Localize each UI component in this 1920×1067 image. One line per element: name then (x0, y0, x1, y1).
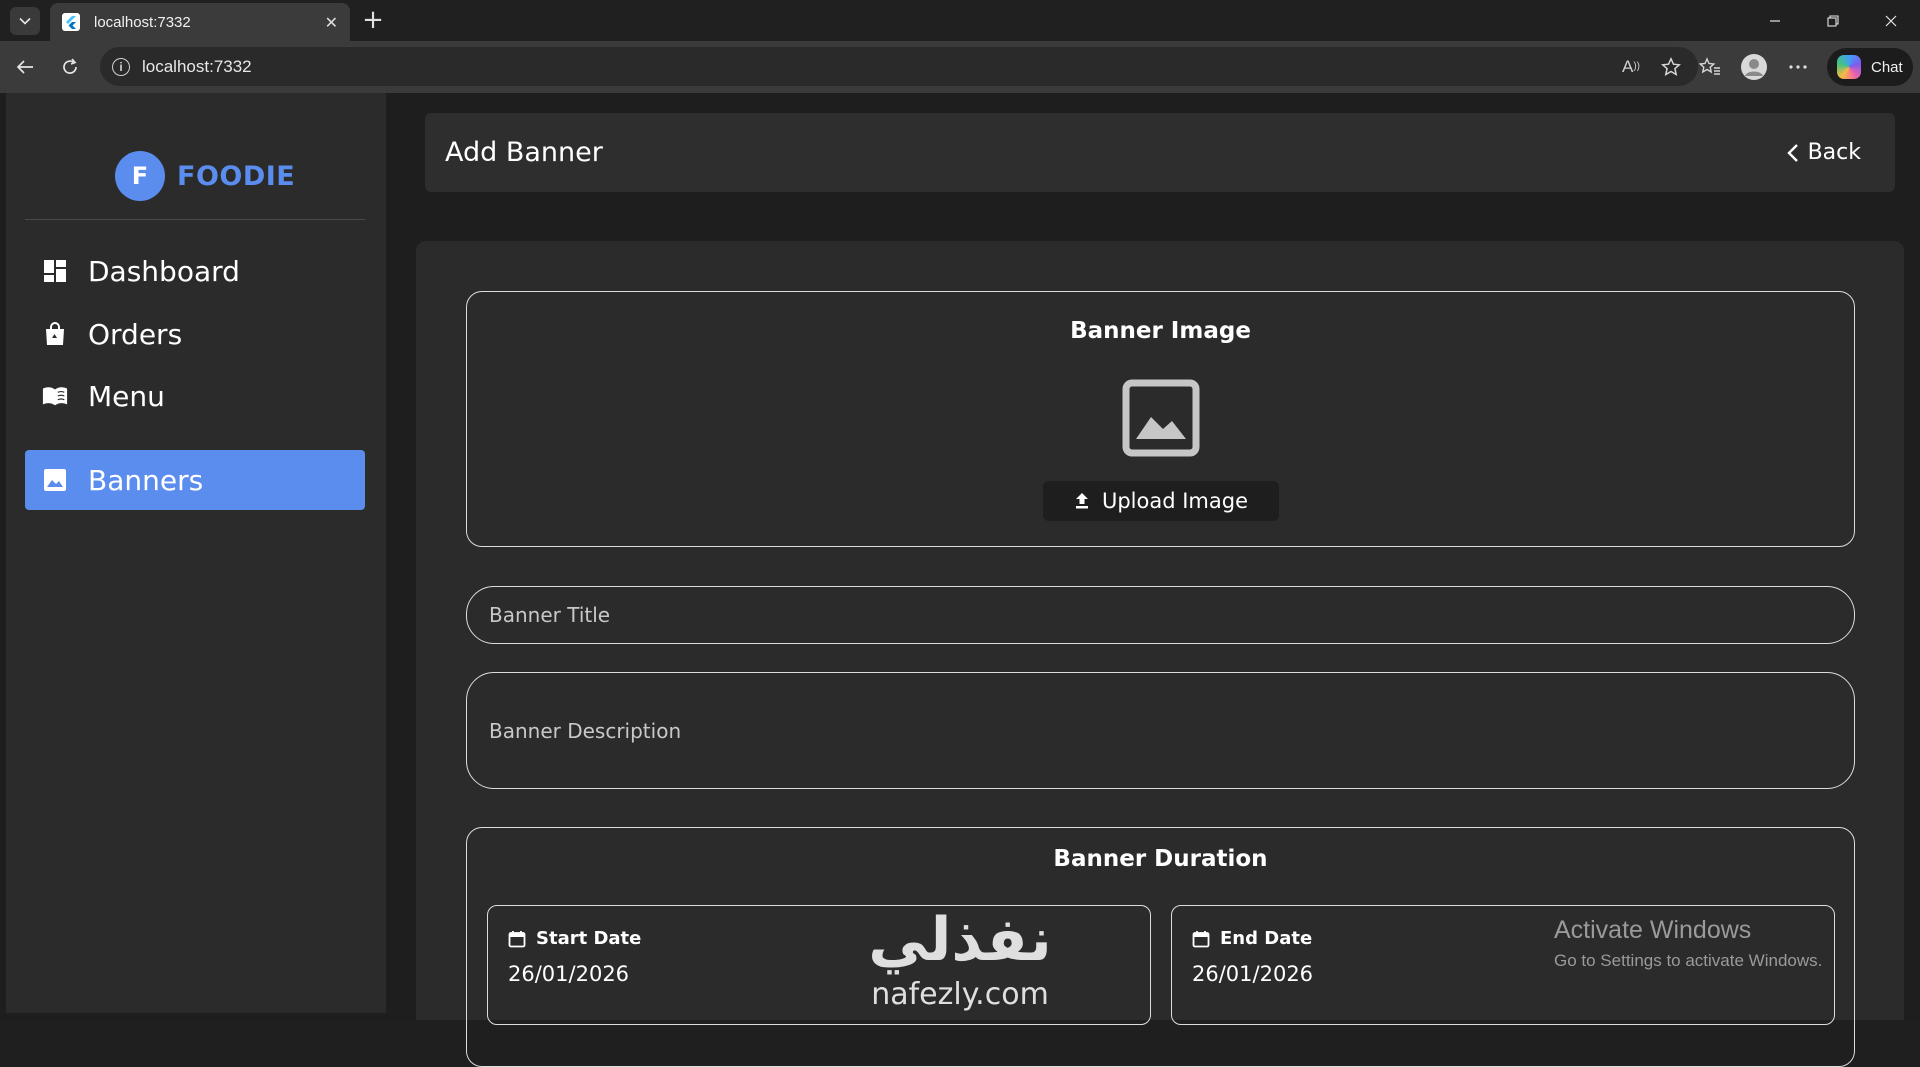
menu-book-icon (42, 383, 68, 409)
sidebar-item-label: Menu (88, 379, 165, 413)
favorite-star-icon[interactable] (1656, 52, 1686, 82)
profile-button[interactable] (1738, 52, 1770, 82)
activate-windows-title: Activate Windows (1554, 916, 1752, 944)
more-icon (1789, 65, 1807, 69)
app-root: F FOODIE Dashboard Orders Menu Banners A… (0, 93, 1920, 1067)
profile-icon (1741, 54, 1767, 80)
browser-address-bar: i localhost:7332 A)) Chat (0, 41, 1920, 93)
dashboard-icon (42, 258, 68, 284)
tab-list-button[interactable] (10, 7, 40, 35)
minimize-icon (1770, 20, 1780, 22)
sidebar-item-dashboard[interactable]: Dashboard (25, 241, 365, 301)
image-icon (42, 467, 68, 493)
sidebar-divider (25, 219, 365, 220)
banner-title-input[interactable] (489, 603, 1854, 627)
upload-icon (1075, 493, 1088, 509)
start-date-value: 26/01/2026 (508, 962, 630, 986)
sidebar-item-label: Dashboard (88, 254, 240, 288)
reload-button[interactable] (55, 52, 85, 82)
end-date-header: End Date (1192, 928, 1312, 949)
minimize-button[interactable] (1752, 8, 1798, 34)
end-date-value: 26/01/2026 (1192, 962, 1314, 986)
sidebar-item-banners[interactable]: Banners (25, 450, 365, 510)
browser-tab-bar: localhost:7332 ✕ + (0, 0, 1920, 41)
activate-windows-subtitle: Go to Settings to activate Windows. (1554, 951, 1823, 970)
banner-image-section: Banner Image Upload Image (466, 291, 1855, 547)
sidebar-item-menu[interactable]: Menu (25, 366, 365, 426)
chevron-left-icon (1786, 143, 1798, 162)
banner-form: Banner Image Upload Image Banner Duratio… (416, 241, 1904, 1067)
watermark-arabic-text: نفذلي (868, 905, 1052, 975)
copilot-chat-button[interactable]: Chat (1827, 48, 1913, 86)
back-arrow-icon (16, 60, 33, 74)
tab-close-icon[interactable]: ✕ (325, 13, 338, 32)
upload-image-label: Upload Image (1101, 489, 1249, 513)
start-date-header: Start Date (508, 928, 641, 949)
banner-description-field[interactable] (466, 672, 1855, 789)
back-button[interactable]: Back (1786, 140, 1861, 165)
browser-tab[interactable]: localhost:7332 ✕ (50, 3, 350, 41)
url-bar[interactable]: i localhost:7332 A)) (100, 47, 1698, 86)
calendar-icon (1192, 930, 1210, 947)
banner-image-title: Banner Image (1070, 318, 1251, 344)
shopping-bag-icon (42, 321, 68, 347)
favorites-icon (1699, 57, 1720, 75)
read-aloud-icon[interactable]: A)) (1616, 52, 1646, 82)
tab-title: localhost:7332 (94, 13, 191, 31)
page-header: Add Banner Back (425, 113, 1895, 192)
image-placeholder-icon (1122, 379, 1200, 457)
more-options-button[interactable] (1782, 52, 1814, 82)
sidebar-item-label: Banners (88, 463, 204, 497)
banner-duration-title: Banner Duration (1053, 846, 1268, 872)
new-tab-button[interactable]: + (358, 6, 388, 36)
watermark-latin-text: nafezly.com (871, 977, 1049, 1012)
logo-badge: F (115, 151, 165, 201)
calendar-icon (508, 930, 526, 947)
favorites-button[interactable] (1694, 52, 1726, 82)
back-label: Back (1807, 140, 1861, 165)
sidebar-item-label: Orders (88, 317, 183, 351)
copilot-icon (1837, 55, 1861, 79)
start-date-label: Start Date (536, 928, 642, 949)
sidebar-item-orders[interactable]: Orders (25, 304, 365, 364)
tab-list-icon (19, 17, 31, 25)
info-icon[interactable]: i (112, 57, 130, 76)
activate-windows-notice: Activate Windows Go to Settings to activ… (1554, 916, 1822, 971)
main-content: Add Banner Back Banner Image Upload Imag… (386, 93, 1920, 1067)
banner-description-input[interactable] (489, 718, 1854, 743)
browser-back-button[interactable] (10, 52, 40, 82)
close-icon (1885, 15, 1897, 27)
page-title: Add Banner (445, 137, 603, 168)
restore-button[interactable] (1810, 8, 1856, 34)
close-window-button[interactable] (1868, 8, 1914, 34)
banner-title-field[interactable] (466, 586, 1855, 644)
url-text[interactable]: localhost:7332 (142, 57, 1606, 77)
flutter-favicon (62, 13, 80, 31)
upload-image-button[interactable]: Upload Image (1043, 481, 1279, 521)
reload-icon (63, 58, 77, 74)
nafezly-watermark: نفذلي nafezly.com (850, 905, 1070, 1012)
logo-text: FOODIE (177, 160, 296, 192)
app-logo[interactable]: F FOODIE (115, 151, 295, 201)
restore-icon (1827, 15, 1839, 27)
end-date-label: End Date (1220, 928, 1313, 949)
chat-label: Chat (1871, 58, 1903, 76)
sidebar: F FOODIE Dashboard Orders Menu Banners (6, 93, 386, 1013)
